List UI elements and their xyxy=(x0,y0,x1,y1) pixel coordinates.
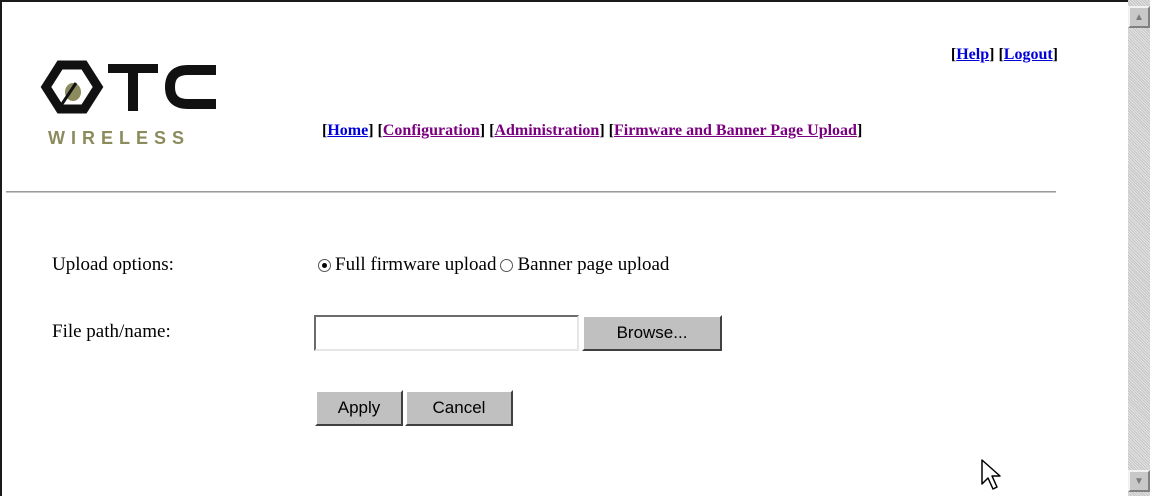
full-firmware-label[interactable]: Full firmware upload xyxy=(335,254,496,276)
file-path-label: File path/name: xyxy=(52,321,171,342)
otc-wireless-logo: WIRELESS xyxy=(40,50,230,155)
top-links: [Help] [Logout] xyxy=(950,46,1058,63)
nav-administration-link[interactable]: Administration xyxy=(494,122,599,139)
nav-home-link[interactable]: Home xyxy=(327,122,368,139)
nav-firmware-upload-link[interactable]: Firmware and Banner Page Upload xyxy=(614,122,857,139)
help-link[interactable]: Help xyxy=(956,46,989,63)
scroll-down-button[interactable]: ▼ xyxy=(1128,470,1150,492)
upload-options-group: Full firmware upload Banner page upload xyxy=(318,254,673,276)
file-path-input[interactable] xyxy=(314,315,579,351)
cancel-button[interactable]: Cancel xyxy=(405,390,513,426)
horizontal-divider xyxy=(6,191,1056,194)
nav-configuration-link[interactable]: Configuration xyxy=(383,122,480,139)
scrollbar-track[interactable] xyxy=(1128,28,1150,470)
main-nav: [Home] [Configuration] [Administration] … xyxy=(322,122,863,139)
otc-wordmark-icon xyxy=(40,60,216,114)
banner-page-radio[interactable] xyxy=(500,258,514,272)
upload-options-label: Upload options: xyxy=(52,254,174,275)
logo-subtitle: WIRELESS xyxy=(48,128,191,148)
browse-button[interactable]: Browse... xyxy=(582,315,722,351)
apply-button[interactable]: Apply xyxy=(315,390,403,426)
full-firmware-radio[interactable] xyxy=(318,258,331,272)
logout-link[interactable]: Logout xyxy=(1004,46,1053,63)
arrow-up-icon: ▲ xyxy=(1134,11,1144,23)
window-border-top xyxy=(0,0,1128,2)
mouse-cursor-icon xyxy=(981,459,1001,490)
arrow-down-icon: ▼ xyxy=(1134,475,1144,487)
banner-page-label[interactable]: Banner page upload xyxy=(517,254,669,276)
window-border-left xyxy=(0,0,2,496)
vertical-scrollbar[interactable]: ▲ ▼ xyxy=(1128,0,1150,496)
scroll-up-button[interactable]: ▲ xyxy=(1128,6,1150,28)
